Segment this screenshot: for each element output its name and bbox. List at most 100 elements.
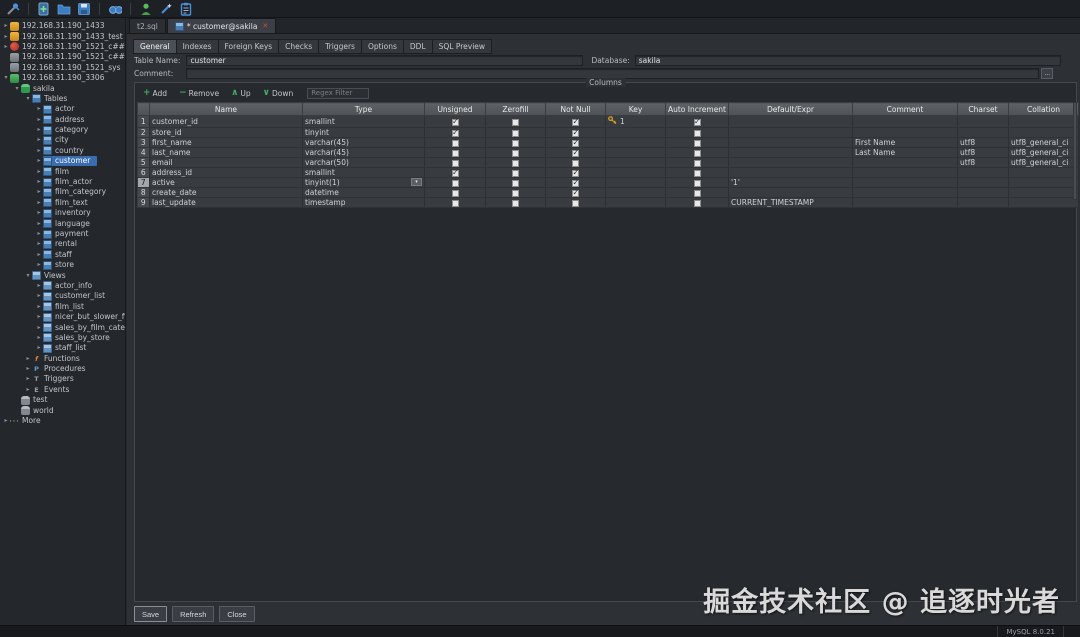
checkbox-unchecked[interactable] <box>694 180 701 187</box>
cell-not-null[interactable] <box>546 188 606 198</box>
tree-item-customer-list[interactable]: ▸customer_list <box>0 291 125 301</box>
checkbox-checked[interactable] <box>572 119 579 126</box>
tree-expanded-icon[interactable]: ▾ <box>24 271 32 281</box>
grid-header-not-null[interactable]: Not Null <box>546 103 606 116</box>
tree-collapsed-icon[interactable]: ▸ <box>35 343 43 353</box>
tree-item-address[interactable]: ▸address <box>0 115 125 125</box>
tree-collapsed-icon[interactable]: ▸ <box>35 239 43 249</box>
cell-not-null[interactable] <box>546 158 606 168</box>
cell-key[interactable] <box>606 138 666 148</box>
tree-item-world[interactable]: world <box>0 405 125 415</box>
checkbox-unchecked[interactable] <box>512 119 519 126</box>
grid-header-unsigned[interactable]: Unsigned <box>425 103 486 116</box>
tree-collapsed-icon[interactable]: ▸ <box>35 115 43 125</box>
cell-charset[interactable] <box>958 168 1009 178</box>
tree-collapsed-icon[interactable]: ▸ <box>35 260 43 270</box>
tree-item-actor-info[interactable]: ▸actor_info <box>0 281 125 291</box>
cell-unsigned[interactable] <box>425 138 486 148</box>
cell-auto-increment[interactable] <box>666 198 729 208</box>
tree-collapsed-icon[interactable]: ▸ <box>24 364 32 374</box>
checkbox-unchecked[interactable] <box>452 190 459 197</box>
cell-default-expr[interactable] <box>729 148 853 158</box>
checkbox-checked[interactable] <box>572 150 579 157</box>
tree-collapsed-icon[interactable]: ▸ <box>35 125 43 135</box>
cell-auto-increment[interactable] <box>666 148 729 158</box>
tasks-icon[interactable] <box>179 2 193 16</box>
checkbox-unchecked[interactable] <box>512 140 519 147</box>
tree-item-staff-list[interactable]: ▸staff_list <box>0 343 125 353</box>
tree-item-inventory[interactable]: ▸inventory <box>0 208 125 218</box>
subtab-checks[interactable]: Checks <box>278 39 318 54</box>
row-number[interactable]: 6 <box>138 168 150 178</box>
cell-collation[interactable] <box>1009 116 1079 128</box>
tree-item-192-168-31-190-3306[interactable]: ▾192.168.31.190_3306 <box>0 73 125 83</box>
connect-icon[interactable] <box>6 2 20 16</box>
tree-item-film-list[interactable]: ▸film_list <box>0 302 125 312</box>
grid-header-comment[interactable]: Comment <box>853 103 958 116</box>
close-button[interactable]: Close <box>219 606 254 622</box>
subtab-foreign-keys[interactable]: Foreign Keys <box>218 39 279 54</box>
cell-default-expr[interactable]: '1' <box>729 178 853 188</box>
tree-item-procedures[interactable]: ▸PProcedures <box>0 364 125 374</box>
checkbox-unchecked[interactable] <box>694 160 701 167</box>
add-column-button[interactable]: + Add <box>139 88 171 99</box>
tree-collapsed-icon[interactable]: ▸ <box>2 42 10 52</box>
checkbox-unchecked[interactable] <box>512 130 519 137</box>
checkbox-checked[interactable] <box>694 119 701 126</box>
cell-auto-increment[interactable] <box>666 178 729 188</box>
row-number[interactable]: 5 <box>138 158 150 168</box>
cell-comment[interactable] <box>853 158 958 168</box>
subtab-triggers[interactable]: Triggers <box>318 39 361 54</box>
cell-comment[interactable] <box>853 178 958 188</box>
checkbox-checked[interactable] <box>572 180 579 187</box>
checkbox-unchecked[interactable] <box>452 200 459 207</box>
tree-expanded-icon[interactable]: ▾ <box>24 94 32 104</box>
grid-header-collation[interactable]: Collation <box>1009 103 1079 116</box>
checkbox-unchecked[interactable] <box>694 130 701 137</box>
cell-not-null[interactable] <box>546 168 606 178</box>
cell-not-null[interactable] <box>546 198 606 208</box>
cell-comment[interactable] <box>853 116 958 128</box>
cell-comment[interactable] <box>853 188 958 198</box>
cell-charset[interactable] <box>958 178 1009 188</box>
cell-unsigned[interactable] <box>425 178 486 188</box>
tree-collapsed-icon[interactable]: ▸ <box>35 291 43 301</box>
grid-scrollbar[interactable] <box>1073 102 1077 200</box>
cell-key[interactable] <box>606 148 666 158</box>
tree-item-actor[interactable]: ▸actor <box>0 104 125 114</box>
cell-name[interactable]: email <box>150 158 303 168</box>
cell-name[interactable]: active <box>150 178 303 188</box>
checkbox-unchecked[interactable] <box>512 200 519 207</box>
cell-key[interactable] <box>606 158 666 168</box>
tree-collapsed-icon[interactable]: ▸ <box>24 385 32 395</box>
cell-name[interactable]: address_id <box>150 168 303 178</box>
editor-tab[interactable]: t2.sql <box>129 18 166 33</box>
grid-header-auto-increment[interactable]: Auto Increment <box>666 103 729 116</box>
cell-default-expr[interactable] <box>729 128 853 138</box>
cell-collation[interactable] <box>1009 178 1079 188</box>
cell-unsigned[interactable] <box>425 198 486 208</box>
cell-auto-increment[interactable] <box>666 116 729 128</box>
checkbox-unchecked[interactable] <box>512 160 519 167</box>
row-number[interactable]: 9 <box>138 198 150 208</box>
move-down-button[interactable]: ∨ Down <box>259 88 298 99</box>
tree-expanded-icon[interactable]: ▾ <box>13 84 21 94</box>
checkbox-unchecked[interactable] <box>694 200 701 207</box>
subtab-ddl[interactable]: DDL <box>403 39 432 54</box>
grid-header-name[interactable]: Name <box>150 103 303 116</box>
subtab-options[interactable]: Options <box>361 39 403 54</box>
checkbox-checked[interactable] <box>452 130 459 137</box>
tree-item-sales-by-store[interactable]: ▸sales_by_store <box>0 333 125 343</box>
cell-charset[interactable] <box>958 198 1009 208</box>
cell-name[interactable]: customer_id <box>150 116 303 128</box>
cell-default-expr[interactable] <box>729 138 853 148</box>
cell-collation[interactable] <box>1009 188 1079 198</box>
cell-auto-increment[interactable] <box>666 158 729 168</box>
cell-type[interactable]: tinyint <box>303 128 425 138</box>
remove-column-button[interactable]: − Remove <box>175 88 223 99</box>
tree-collapsed-icon[interactable]: ▸ <box>35 219 43 229</box>
type-dropdown-icon[interactable]: ▾ <box>411 178 422 186</box>
tree-collapsed-icon[interactable]: ▸ <box>35 302 43 312</box>
checkbox-unchecked[interactable] <box>512 150 519 157</box>
checkbox-unchecked[interactable] <box>452 160 459 167</box>
